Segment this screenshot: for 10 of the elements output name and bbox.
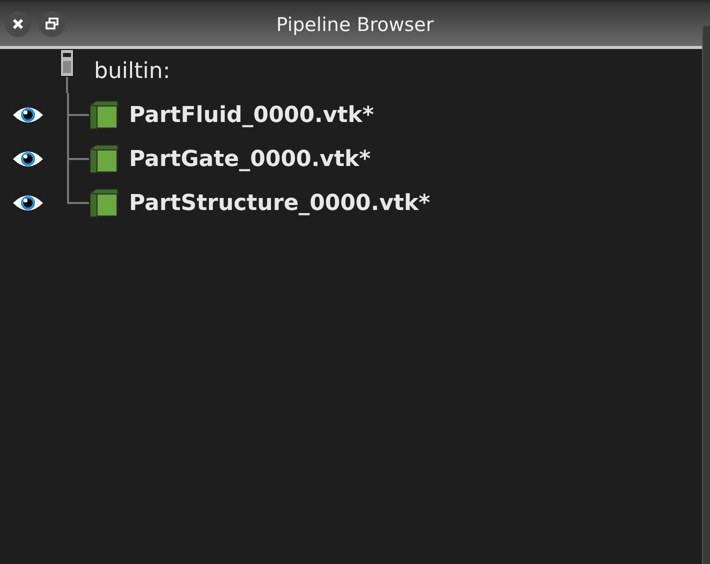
cube-icon <box>89 144 119 174</box>
windows-icon <box>45 17 59 31</box>
cube-icon <box>89 100 119 130</box>
panel-title: Pipeline Browser <box>276 14 434 36</box>
tree-item[interactable]: PartFluid_0000.vtk* <box>129 102 374 128</box>
tree-item[interactable]: PartStructure_0000.vtk* <box>129 190 430 216</box>
tree-item[interactable]: PartGate_0000.vtk* <box>129 146 371 172</box>
close-icon <box>11 17 25 31</box>
tree-item[interactable]: builtin: <box>94 58 170 84</box>
cube-icon <box>89 188 119 218</box>
